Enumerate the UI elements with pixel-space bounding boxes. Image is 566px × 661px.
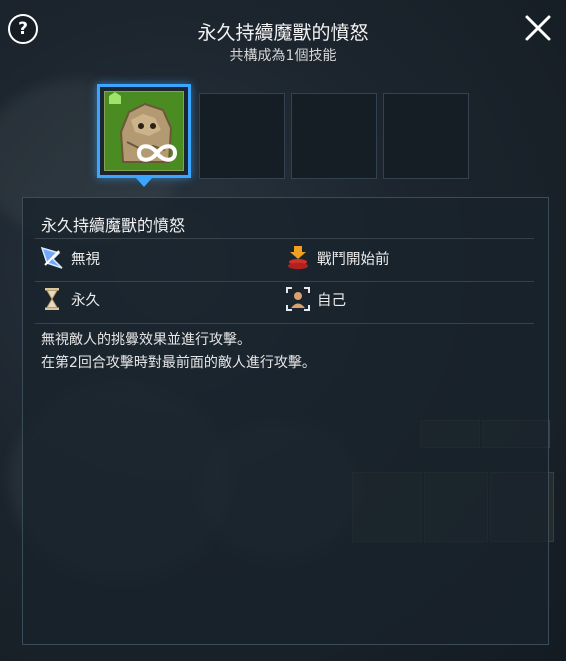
ignore-sword-icon bbox=[40, 246, 63, 269]
attribute-type: 無視 bbox=[39, 245, 100, 271]
attribute-timing-label: 戰鬥開始前 bbox=[317, 251, 390, 268]
self-target-icon bbox=[286, 287, 310, 311]
skill-detail-panel: 永久持續魔獸的憤怒 無視 戰鬥開始前 永久 自己 無視敵人的挑釁效果並進行攻擊。… bbox=[22, 197, 549, 645]
description-line: 在第2回合攻擊時對最前面的敵人進行攻擊。 bbox=[41, 355, 316, 371]
selected-pointer bbox=[136, 178, 152, 187]
page-subtitle: 共構成為1個技能 bbox=[229, 48, 337, 64]
skill-name: 永久持續魔獸的憤怒 bbox=[41, 216, 186, 235]
infinity-icon bbox=[136, 144, 178, 162]
attribute-timing: 戰鬥開始前 bbox=[285, 245, 390, 271]
divider bbox=[35, 238, 534, 239]
battle-start-icon bbox=[288, 246, 308, 270]
close-icon[interactable] bbox=[522, 12, 554, 44]
divider bbox=[35, 281, 534, 282]
attribute-target-label: 自己 bbox=[317, 292, 346, 309]
skill-slot-2[interactable] bbox=[199, 93, 285, 179]
description-line: 無視敵人的挑釁效果並進行攻擊。 bbox=[41, 332, 251, 348]
attribute-type-label: 無視 bbox=[71, 251, 100, 268]
skill-description: 無視敵人的挑釁效果並進行攻擊。 在第2回合攻擊時對最前面的敵人進行攻擊。 bbox=[41, 329, 316, 375]
hourglass-icon bbox=[45, 288, 59, 310]
divider bbox=[35, 323, 534, 324]
stone-golem-icon bbox=[104, 91, 184, 171]
skill-slot-4[interactable] bbox=[383, 93, 469, 179]
attribute-duration-label: 永久 bbox=[71, 292, 100, 309]
skill-slot-3[interactable] bbox=[291, 93, 377, 179]
skill-slot-1[interactable] bbox=[97, 84, 191, 187]
attribute-duration: 永久 bbox=[39, 286, 100, 312]
attribute-target: 自己 bbox=[285, 286, 346, 312]
page-title: 永久持續魔獸的憤怒 bbox=[197, 22, 369, 44]
